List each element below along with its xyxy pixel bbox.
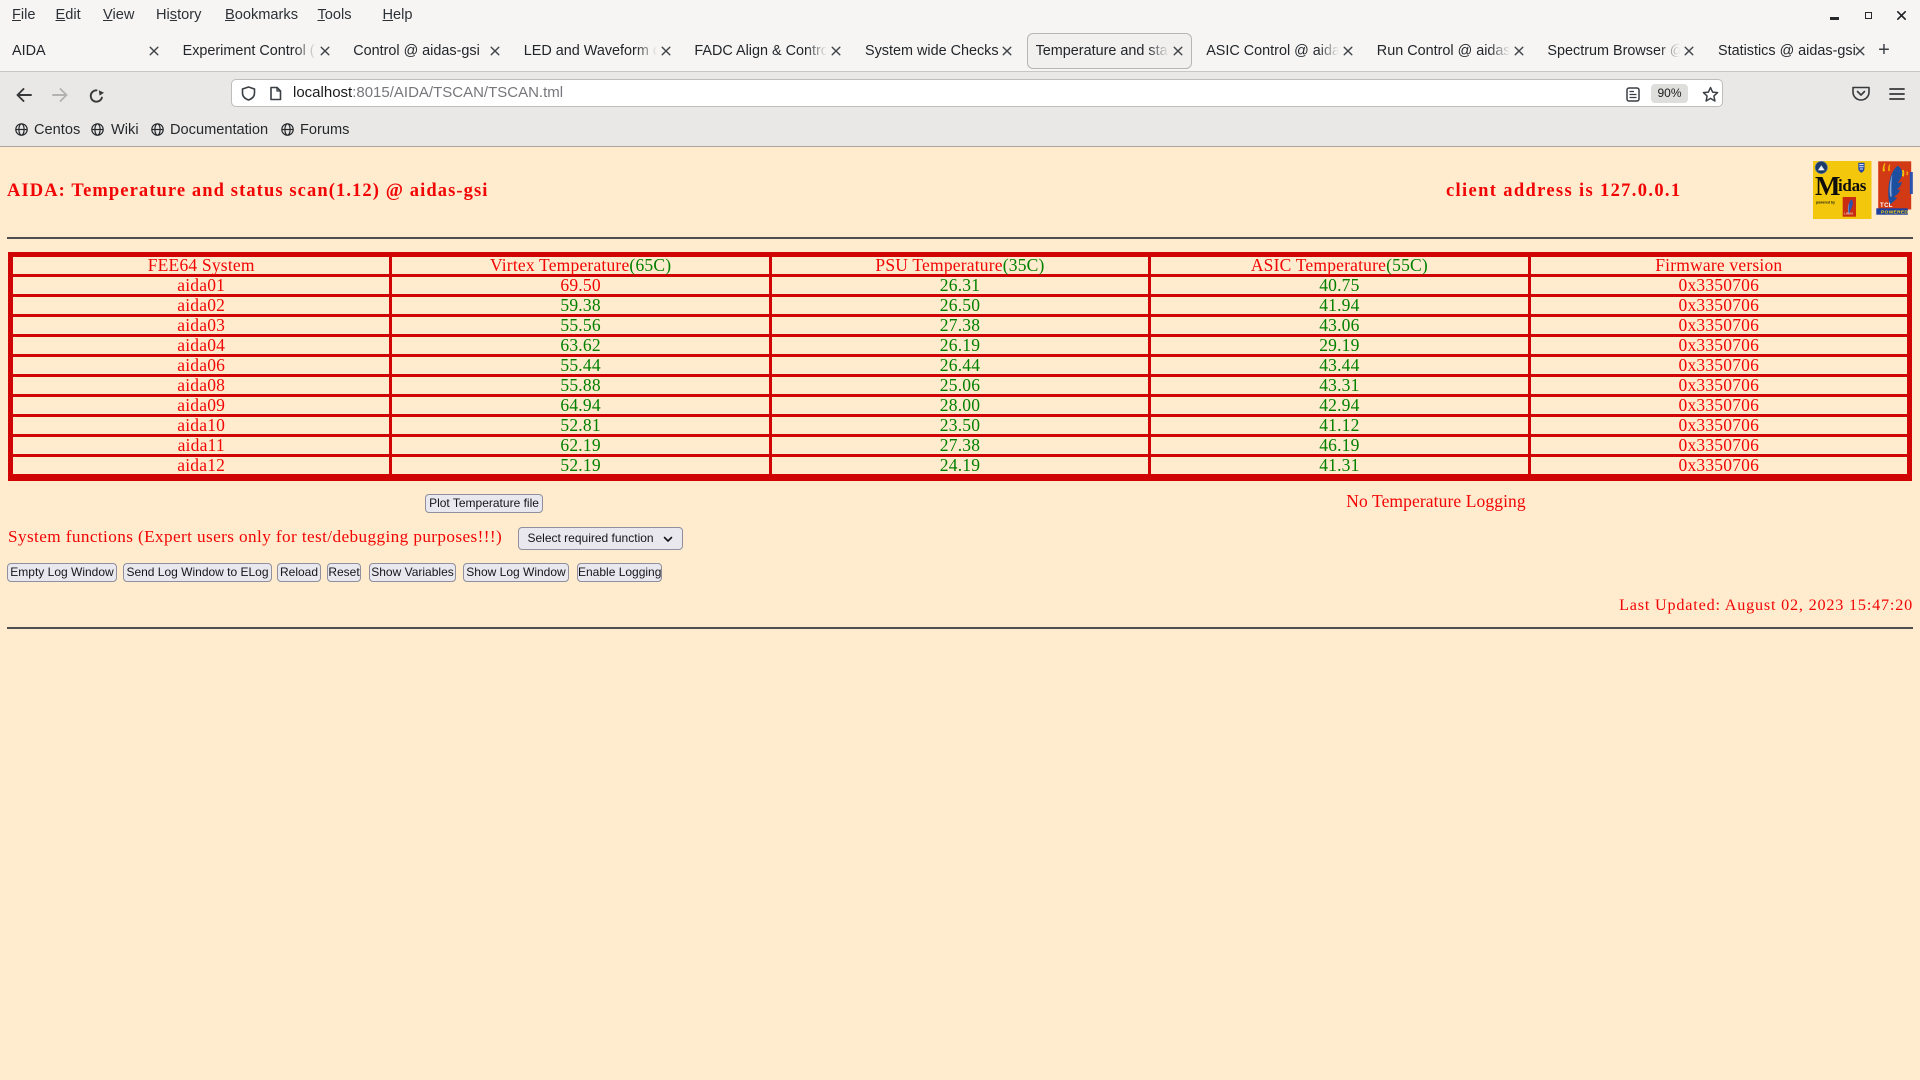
svg-text:POWERED: POWERED [1881, 210, 1908, 216]
svg-text:TCL: TCL [1880, 203, 1893, 209]
svg-text:powered by: powered by [1816, 200, 1835, 204]
svg-text:LINUX: LINUX [1844, 211, 1853, 215]
svg-text:idas: idas [1838, 175, 1867, 194]
svg-text:M: M [1815, 171, 1840, 201]
